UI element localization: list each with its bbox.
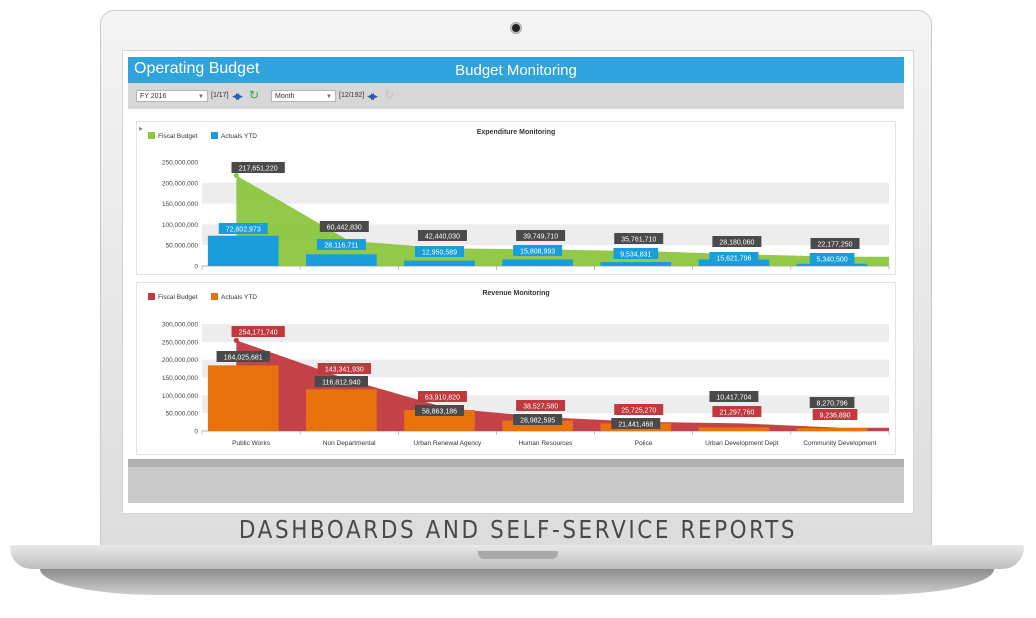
x-tick-label: Public Works	[232, 440, 271, 447]
budget-data-label: 9,236,890	[819, 413, 850, 420]
actuals-data-label: 10,417,704	[716, 395, 751, 402]
x-tick-label: Urban Development Dept	[705, 440, 779, 447]
fiscal-year-value: FY 2016	[140, 93, 167, 100]
x-tick-label: Police	[635, 440, 653, 447]
y-tick-label: 300,000,000	[162, 322, 199, 329]
legend-label-actuals: Actuals YTD	[221, 133, 257, 140]
y-tick-label: 200,000,000	[162, 180, 199, 187]
prev-next-nav-icon[interactable]: ◀▶	[229, 90, 243, 102]
budget-data-label: 60,442,830	[327, 225, 362, 232]
period-select[interactable]: Month ▼	[271, 90, 336, 102]
laptop-hinge-notch	[478, 551, 558, 559]
actuals-bar	[207, 235, 279, 266]
budget-data-label: 254,171,740	[239, 330, 278, 337]
expenditure-chart: Expenditure Monitoring Fiscal Budget Actua…	[148, 129, 890, 271]
revenue-chart-panel: Revenue Monitoring Fiscal Budget Actuals Y…	[136, 282, 896, 455]
x-tick-label: Urban Renewal Agency	[413, 440, 482, 447]
actuals-data-label: 21,441,468	[618, 422, 653, 429]
actuals-bar	[698, 427, 770, 431]
y-tick-label: 0	[194, 264, 198, 271]
budget-data-label: 21,297,760	[719, 410, 754, 417]
chevron-down-icon: ▼	[198, 94, 204, 100]
budget-data-label: 25,725,270	[621, 408, 656, 415]
actuals-data-label: 15,808,993	[520, 249, 555, 256]
app-screen: Operating Budget Budget Monitoring FY 20…	[122, 50, 914, 514]
budget-data-label: 42,440,030	[425, 234, 460, 241]
expand-arrow-icon[interactable]: ▸	[139, 124, 143, 133]
footer-bar	[128, 467, 904, 503]
period-pager: [12/192]	[339, 92, 365, 99]
actuals-bar	[306, 389, 377, 431]
actuals-data-label: 12,950,589	[422, 250, 457, 257]
caption-text: DASHBOARDS AND SELF-SERVICE REPORTS	[238, 515, 798, 544]
actuals-data-label: 15,621,796	[716, 256, 751, 263]
actuals-bar	[796, 428, 868, 431]
page-title: Budget Monitoring	[455, 62, 577, 79]
legend-swatch-actuals	[211, 293, 218, 300]
y-tick-label: 200,000,000	[162, 357, 199, 364]
grid-band	[202, 182, 889, 204]
grid-band	[202, 324, 889, 342]
y-tick-label: 50,000,000	[165, 411, 198, 418]
y-tick-label: 50,000,000	[165, 243, 198, 250]
actuals-bar	[502, 259, 573, 266]
prev-next-nav-icon[interactable]: ◀▶	[364, 90, 378, 102]
y-tick-label: 150,000,000	[162, 201, 199, 208]
actuals-bar	[796, 263, 868, 266]
x-tick-label: Community Development	[803, 440, 876, 447]
legend-label-budget: Fiscal Budget	[158, 294, 198, 301]
actuals-data-label: 8,270,796	[816, 401, 847, 408]
budget-data-label: 22,177,250	[817, 242, 852, 249]
budget-data-label: 217,651,220	[239, 166, 278, 173]
budget-data-label: 35,761,710	[621, 237, 656, 244]
refresh-icon[interactable]: ↻	[384, 88, 394, 102]
budget-data-label: 63,910,820	[425, 395, 460, 402]
footer-strip	[128, 459, 904, 467]
period-value: Month	[275, 93, 295, 100]
budget-data-label: 38,527,580	[523, 404, 558, 411]
y-tick-label: 100,000,000	[162, 393, 199, 400]
fiscal-year-select[interactable]: FY 2016 ▼	[136, 90, 208, 102]
chevron-down-icon: ▼	[326, 94, 332, 100]
header-bar: Operating Budget Budget Monitoring	[128, 57, 904, 83]
actuals-data-label: 116,812,940	[322, 380, 361, 387]
webcam-icon	[510, 22, 522, 34]
y-tick-label: 250,000,000	[162, 160, 199, 167]
y-tick-label: 250,000,000	[162, 339, 199, 346]
y-tick-label: 150,000,000	[162, 375, 199, 382]
actuals-data-label: 28,982,595	[520, 418, 555, 425]
chart-title: Revenue Monitoring	[482, 290, 549, 297]
actuals-data-label: 72,802,973	[226, 227, 261, 234]
actuals-bar	[600, 262, 672, 266]
budget-peak-point	[233, 172, 239, 178]
year-pager: [1/17]	[211, 92, 229, 99]
refresh-icon[interactable]: ↻	[249, 88, 259, 102]
actuals-bar	[404, 260, 475, 266]
budget-data-label: 28,180,060	[719, 240, 754, 247]
y-tick-label: 100,000,000	[162, 222, 199, 229]
legend-label-actuals: Actuals YTD	[221, 294, 257, 301]
revenue-chart: Revenue Monitoring Fiscal Budget Actuals Y…	[148, 290, 890, 447]
budget-data-label: 143,341,930	[325, 367, 364, 374]
x-tick-label: Human Resources	[519, 440, 574, 447]
expenditure-chart-panel: ▸ Expenditure Monitoring Fiscal Budget Act…	[136, 121, 896, 275]
actuals-data-label: 9,534,831	[620, 252, 651, 259]
actuals-data-label: 28,116,711	[324, 243, 358, 250]
x-tick-label: Non Departmental	[323, 440, 376, 447]
legend-swatch-actuals	[211, 132, 218, 139]
actuals-data-label: 5,340,500	[816, 257, 847, 264]
legend-swatch-budget	[148, 293, 155, 300]
actuals-bar	[207, 365, 279, 431]
actuals-bar	[306, 254, 377, 266]
actuals-data-label: 184,025,681	[224, 355, 263, 362]
laptop-base-shadow	[40, 569, 994, 595]
actuals-data-label: 58,863,186	[422, 409, 457, 416]
legend-label-budget: Fiscal Budget	[158, 133, 198, 140]
budget-peak-point	[233, 337, 239, 343]
chart-title: Expenditure Monitoring	[477, 129, 556, 136]
budget-data-label: 39,749,710	[523, 234, 558, 241]
legend-swatch-budget	[148, 132, 155, 139]
y-tick-label: 0	[194, 429, 198, 436]
filter-toolbar: FY 2016 ▼ [1/17] ◀▶ ↻ Month ▼ [12/192] ◀…	[128, 83, 904, 109]
